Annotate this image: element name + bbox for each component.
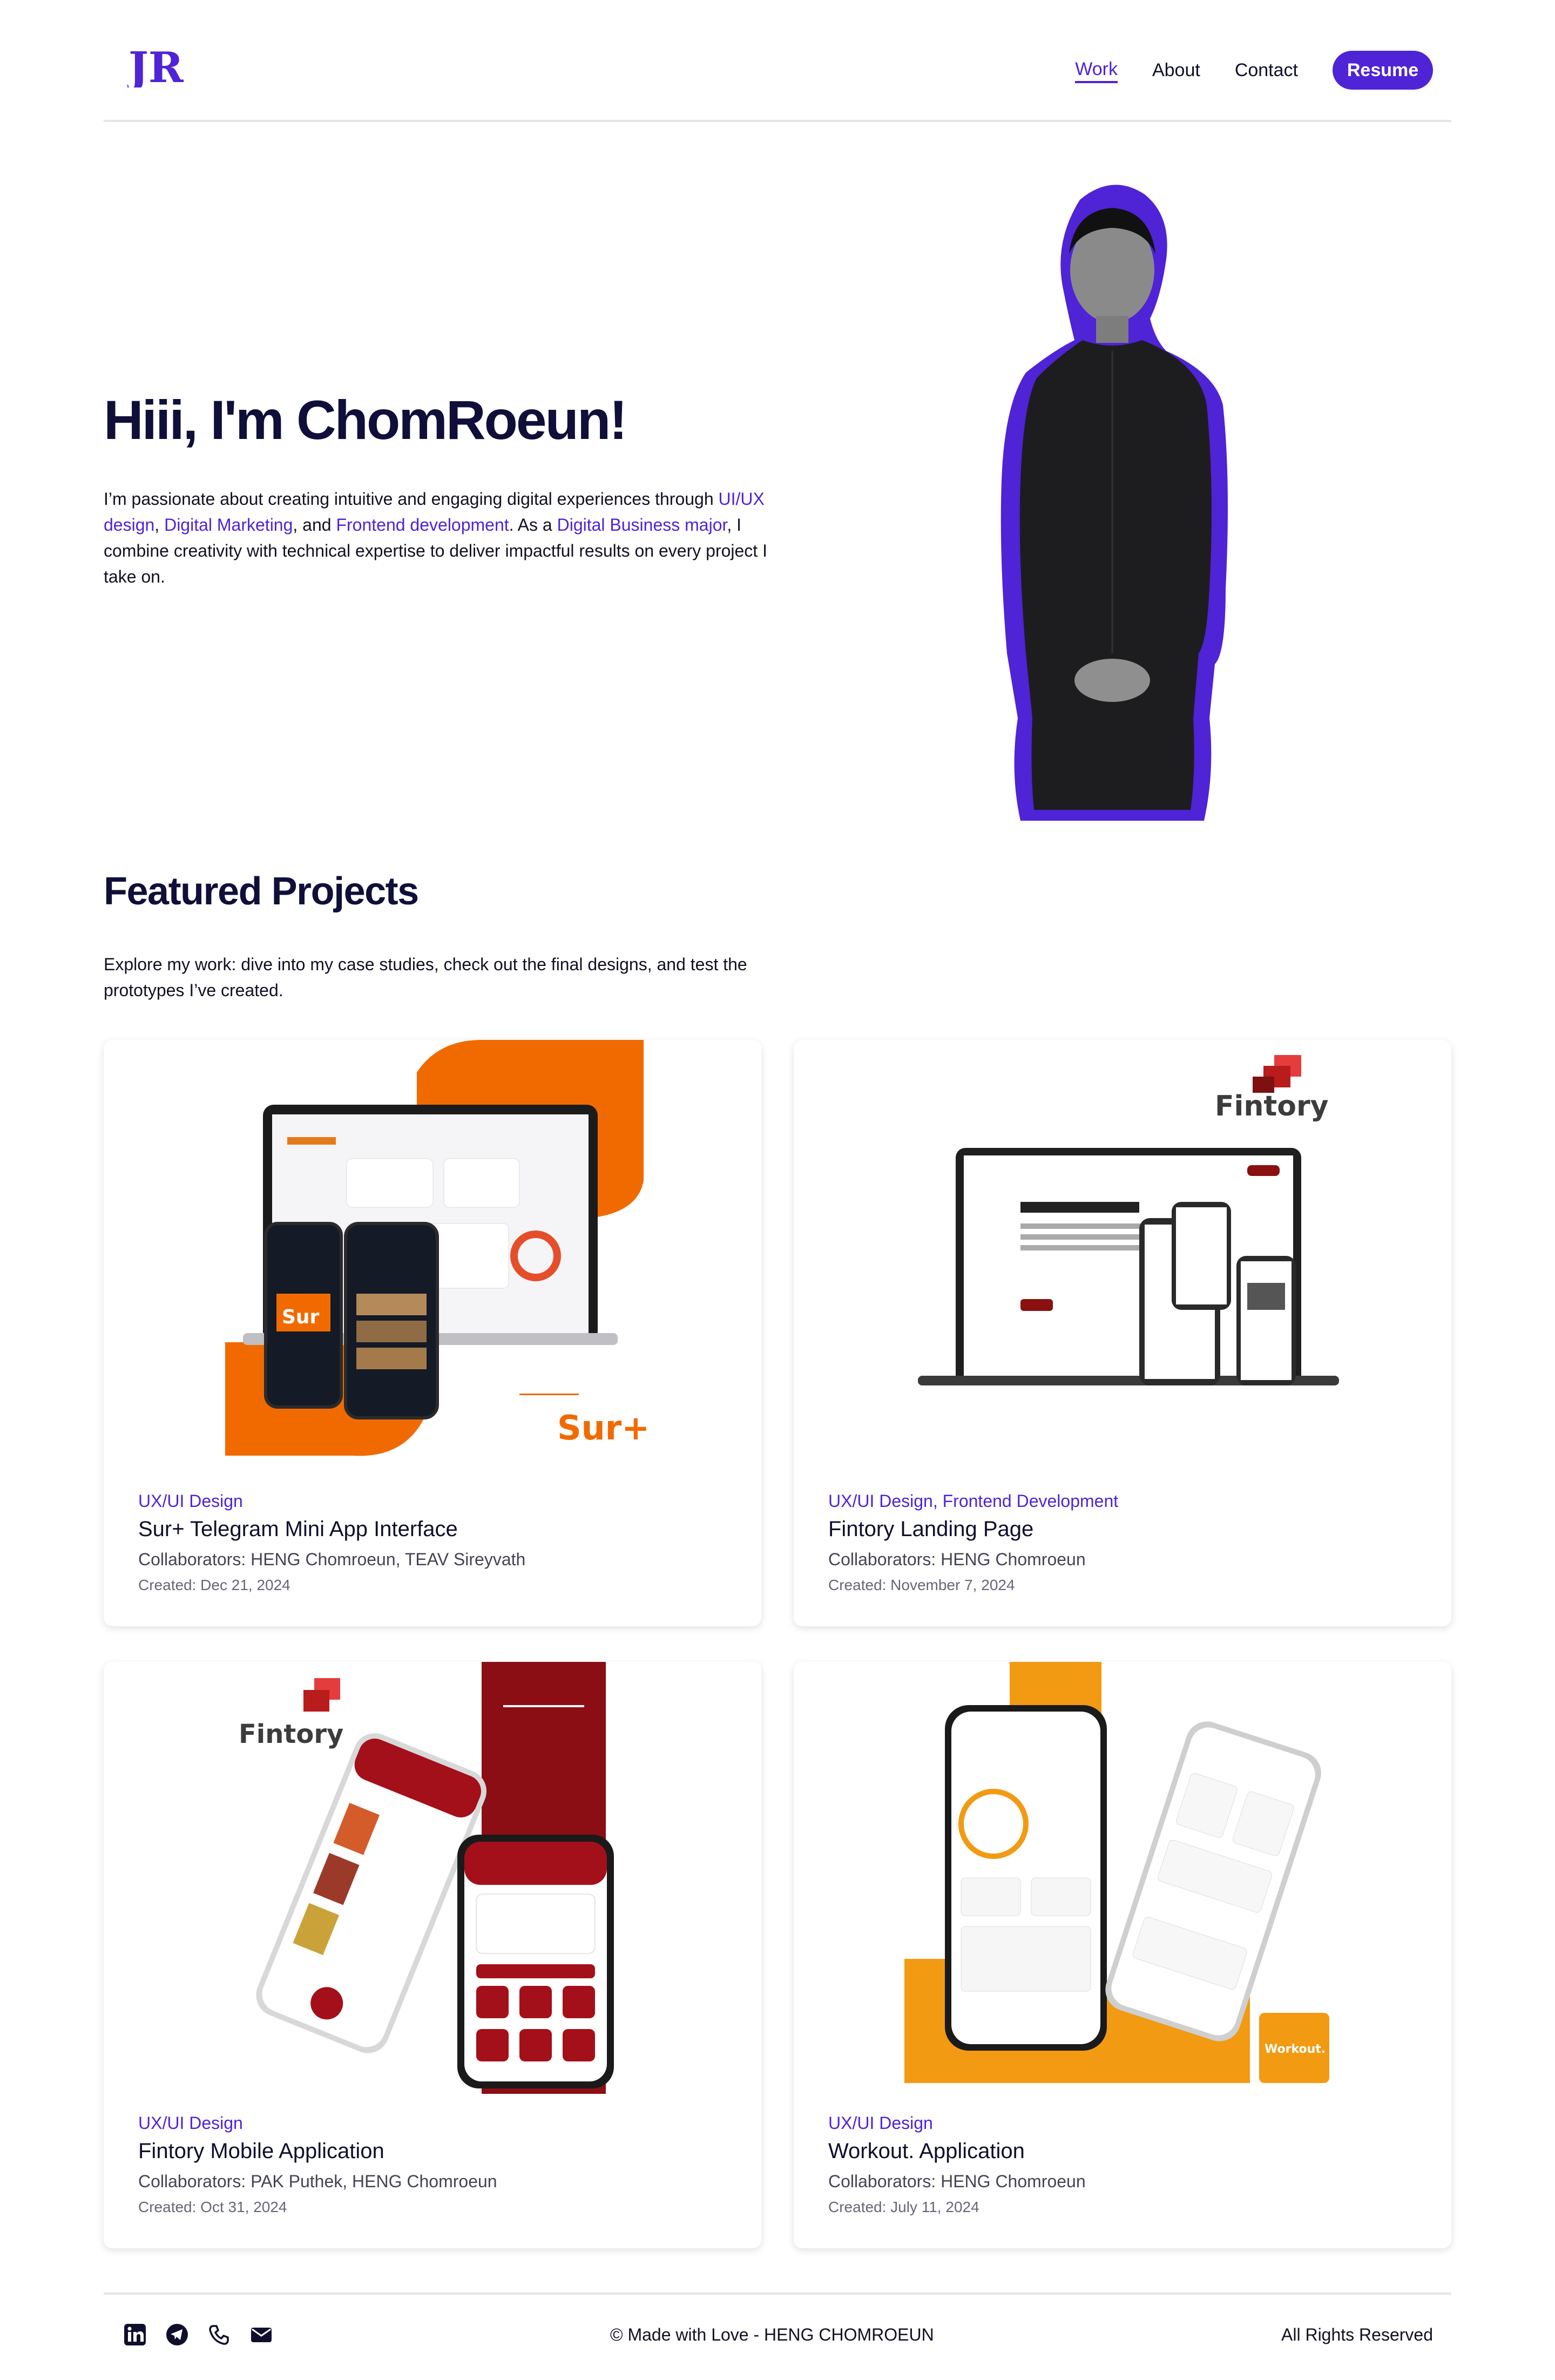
project-collaborators: Collaborators: HENG Chomroeun, TEAV Sire… xyxy=(138,1550,526,1569)
fintory-landing-image: Fintory xyxy=(918,1055,1339,1385)
project-collaborators: Collaborators: HENG Chomroeun xyxy=(828,2172,1086,2191)
workout-image: Workout. xyxy=(904,1662,1329,2083)
svg-text:JR: JR xyxy=(127,44,184,87)
project-category: UX/UI Design, Frontend Development xyxy=(828,1491,1119,1511)
made-with-love: © Made with Love - HENG CHOMROEUN xyxy=(610,2325,934,2344)
project-date: Created: November 7, 2024 xyxy=(828,1577,1015,1593)
portrait-image xyxy=(1000,185,1228,821)
rights-reserved: All Rights Reserved xyxy=(1281,2325,1433,2344)
project-card-workout[interactable]: Workout. UX/UI Design Workout. Applicati… xyxy=(794,1662,1451,2248)
intro-text: . As a xyxy=(509,515,557,535)
featured-description: Explore my work: dive into my case studi… xyxy=(104,955,747,1000)
intro-text: I’m passionate about creating intuitive … xyxy=(104,489,719,509)
main-nav: Work About Contact Resume xyxy=(1075,51,1433,90)
project-title: Fintory Mobile Application xyxy=(138,2139,384,2163)
featured-title: Featured Projects xyxy=(104,870,419,913)
telegram-icon[interactable] xyxy=(165,2323,189,2347)
project-date: Created: Dec 21, 2024 xyxy=(138,1577,290,1593)
fintory-mobile-image: Fintory xyxy=(239,1662,614,2094)
workout-logo-text: Workout. xyxy=(1265,2043,1326,2056)
project-collaborators: Collaborators: PAK Puthek, HENG Chomroeu… xyxy=(138,2172,497,2191)
major-highlight: Digital Business major xyxy=(557,515,727,535)
site-header: JR Work About Contact Resume xyxy=(104,0,1451,122)
project-category: UX/UI Design xyxy=(138,2113,243,2133)
social-links xyxy=(123,2323,292,2347)
mail-icon[interactable] xyxy=(249,2323,273,2347)
nav-work-link[interactable]: Work xyxy=(1075,57,1118,83)
project-category: UX/UI Design xyxy=(138,1491,243,1511)
project-collaborators: Collaborators: HENG Chomroeun xyxy=(828,1550,1086,1569)
nav-about-link[interactable]: About xyxy=(1152,58,1200,82)
project-card-fintory-mobile[interactable]: Fintory UX/UI Design Fintory Mobile Appl… xyxy=(104,1662,761,2248)
hero-title: Hiii, I'm ChomRoeun! xyxy=(104,389,627,451)
site-footer: © Made with Love - HENG CHOMROEUN All Ri… xyxy=(104,2293,1451,2380)
project-card-sur[interactable]: Sur Sur+ UX/UI Design Sur+ Telegram Mini… xyxy=(104,1040,761,1626)
marketing-highlight: Digital Marketing xyxy=(164,515,293,535)
intro-text: , xyxy=(154,515,165,535)
project-title: Sur+ Telegram Mini App Interface xyxy=(138,1517,458,1541)
project-category: UX/UI Design xyxy=(828,2113,933,2133)
nav-contact-link[interactable]: Contact xyxy=(1235,58,1298,82)
logo-icon[interactable]: JR xyxy=(127,44,187,87)
project-title: Workout. Application xyxy=(828,2139,1025,2163)
resume-button[interactable]: Resume xyxy=(1333,51,1433,90)
hero-intro: I’m passionate about creating intuitive … xyxy=(104,486,773,590)
project-date: Created: July 11, 2024 xyxy=(828,2199,979,2215)
project-title: Fintory Landing Page xyxy=(828,1517,1034,1541)
project-card-fintory-landing[interactable]: Fintory UX/UI Design, Frontend Developme… xyxy=(794,1040,1451,1626)
phone-icon[interactable] xyxy=(207,2323,231,2347)
svg-text:Sur: Sur xyxy=(282,1306,320,1328)
sur-wordmark: Sur+ xyxy=(557,1408,650,1448)
linkedin-icon[interactable] xyxy=(123,2323,147,2347)
sur-project-image: Sur Sur+ xyxy=(225,1040,650,1456)
intro-text: , and xyxy=(293,515,336,535)
fintory-logo-text: Fintory xyxy=(239,1719,343,1749)
frontend-highlight: Frontend development xyxy=(336,515,509,535)
project-date: Created: Oct 31, 2024 xyxy=(138,2199,287,2215)
fintory-logo-text: Fintory xyxy=(1215,1090,1329,1123)
